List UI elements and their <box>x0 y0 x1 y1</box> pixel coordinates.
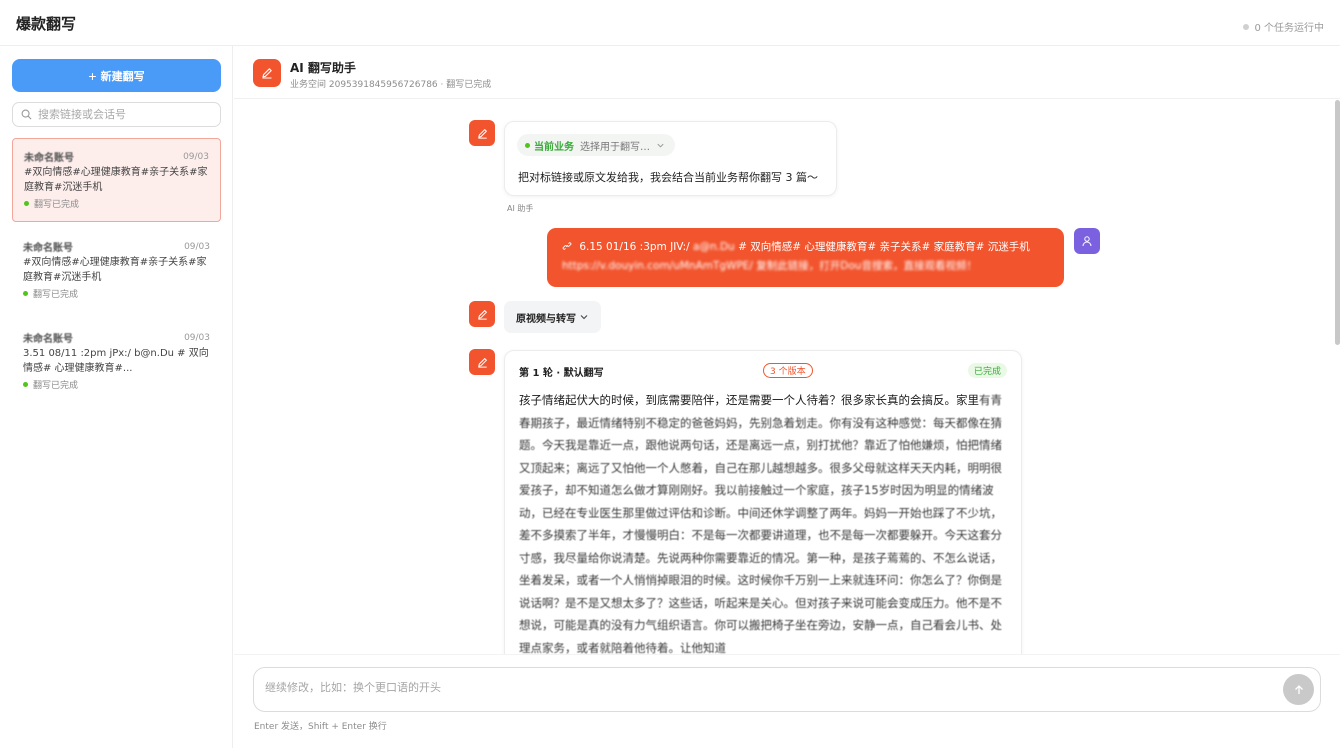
source-video-label: 原视频与转写 <box>516 313 576 325</box>
rewrite-result-card: 第 1 轮 · 默认翻写 3 个版本 已完成 孩子情绪起伏大的时候，到底需要陪伴… <box>504 350 1022 654</box>
app-title: 爆款翻写 <box>16 15 77 33</box>
composer-area: Enter 发送，Shift + Enter 换行 <box>234 654 1340 748</box>
current-business-text: 当前业务 <box>534 141 574 153</box>
pen-icon <box>469 301 495 327</box>
user-icon <box>1082 236 1092 247</box>
versions-badge[interactable]: 3 个版本 <box>763 363 813 378</box>
user-message-prefix: 6.15 01/16 :3pm JIV:/ <box>579 241 690 253</box>
conversation-name: 未命名账号 <box>23 243 73 254</box>
task-status-text: 0 个任务运行中 <box>1254 23 1324 34</box>
sidebar: + 新建翻写 未命名账号 09/03 #双向情感#心理健康教育#亲子关系#家庭教… <box>0 46 233 748</box>
scrollbar[interactable] <box>1335 100 1340 345</box>
conversation-name: 未命名账号 <box>24 153 74 164</box>
status-dot <box>23 382 28 387</box>
chat-scroll-area[interactable]: 当前业务 选择用于翻写… 把对标链接或原文发给我，我会结合当前业务帮你翻写 3 … <box>234 100 1340 654</box>
top-bar: 爆款翻写 0 个任务运行中 <box>0 0 1340 46</box>
task-status: 0 个任务运行中 <box>1243 19 1324 34</box>
conversation-status-text: 翻写已完成 <box>33 290 79 300</box>
conversation-status: 翻写已完成 <box>23 287 210 300</box>
conversation-date: 09/03 <box>184 241 210 252</box>
status-dot <box>525 142 530 148</box>
sender-label: AI 助手 <box>507 204 534 213</box>
status-dot <box>24 201 29 206</box>
chevron-down-icon <box>580 315 588 320</box>
user-message-link: https://v.douyin.com/uMnAmTgWPE/ 复制此链接，打… <box>562 260 977 272</box>
workspace-subtitle: 业务空间 2095391845956726786 · 翻写已完成 <box>290 80 492 90</box>
rewrite-body: 有青春期孩子，最近情绪特别不稳定的爸爸妈妈，先别急着划走。你有没有这种感觉：每天… <box>519 393 1002 654</box>
status-dot <box>23 291 28 296</box>
user-message-tags: # 双向情感# 心理健康教育# 亲子关系# 家庭教育# 沉迷手机 <box>738 241 1030 253</box>
user-avatar <box>1074 228 1100 254</box>
source-video-toggle[interactable]: 原视频与转写 <box>504 301 601 333</box>
conversation-item[interactable]: 未命名账号 09/03 #双向情感#心理健康教育#亲子关系#家庭教育#沉迷手机 … <box>12 229 221 313</box>
conversation-preview: 3.51 08/11 :2pm jPx:/ b@n.Du # 双向情感# 心理健… <box>23 348 209 374</box>
conversation-date: 09/03 <box>183 151 209 162</box>
message-input[interactable] <box>265 681 1245 694</box>
round-label: 第 1 轮 · 默认翻写 <box>519 368 604 379</box>
conversation-status-text: 翻写已完成 <box>33 381 79 391</box>
conversation-item[interactable]: 未命名账号 09/03 #双向情感#心理健康教育#亲子关系#家庭教育#沉迷手机 … <box>12 138 221 222</box>
conversation-status: 翻写已完成 <box>24 197 209 210</box>
link-icon <box>562 242 572 250</box>
send-button[interactable] <box>1283 674 1314 705</box>
conversation-item[interactable]: 未命名账号 09/03 3.51 08/11 :2pm jPx:/ b@n.Du… <box>12 320 221 404</box>
composer <box>253 667 1321 712</box>
conversation-preview: #双向情感#心理健康教育#亲子关系#家庭教育#沉迷手机 <box>24 167 208 193</box>
user-message-bubble: 6.15 01/16 :3pm JIV:/ a@n.Du # 双向情感# 心理健… <box>547 228 1064 287</box>
rewrite-result-text: 孩子情绪起伏大的时候，到底需要陪伴，还是需要一个人待着？很多家长真的会搞反。家里… <box>519 389 1009 654</box>
chat-header: AI 翻写助手 业务空间 2095391845956726786 · 翻写已完成 <box>234 46 1340 99</box>
composer-hint: Enter 发送，Shift + Enter 换行 <box>254 722 387 732</box>
user-message-line1: 6.15 01/16 :3pm JIV:/ a@n.Du # 双向情感# 心理健… <box>562 238 1049 257</box>
pen-icon <box>253 59 281 87</box>
user-message-handle: a@n.Du <box>693 241 735 253</box>
new-rewrite-label: 新建翻写 <box>100 70 145 83</box>
task-status-dot <box>1243 23 1250 30</box>
conversation-name: 未命名账号 <box>23 334 73 345</box>
app-root: 爆款翻写 0 个任务运行中 + 新建翻写 未命名账号 09/03 #双向情感#心… <box>0 0 1340 748</box>
status-badge: 已完成 <box>967 363 1007 378</box>
assistant-greeting-bubble: 当前业务 选择用于翻写… 把对标链接或原文发给我，我会结合当前业务帮你翻写 3 … <box>504 121 837 196</box>
new-rewrite-button[interactable]: + 新建翻写 <box>12 59 221 92</box>
pen-icon <box>469 349 495 375</box>
plus-icon: + <box>88 67 97 84</box>
chevron-down-icon <box>657 143 664 148</box>
business-selector[interactable]: 当前业务 选择用于翻写… <box>517 134 675 156</box>
search-input[interactable] <box>38 108 208 121</box>
pen-icon <box>469 120 495 146</box>
business-select-placeholder: 选择用于翻写… <box>580 141 650 153</box>
assistant-title: AI 翻写助手 <box>290 61 356 75</box>
assistant-greeting-text: 把对标链接或原文发给我，我会结合当前业务帮你翻写 3 篇～ <box>518 171 818 184</box>
rewrite-first-line: 孩子情绪起伏大的时候，到底需要陪伴，还是需要一个人待着？很多家长真的会搞反。家里 <box>519 393 979 407</box>
search-box <box>12 102 221 127</box>
conversation-status: 翻写已完成 <box>23 378 210 391</box>
arrow-up-icon <box>1294 684 1303 694</box>
search-icon <box>21 109 32 120</box>
current-business-label: 当前业务 <box>525 138 574 153</box>
conversation-date: 09/03 <box>184 332 210 343</box>
conversation-preview: #双向情感#心理健康教育#亲子关系#家庭教育#沉迷手机 <box>23 257 207 283</box>
conversation-status-text: 翻写已完成 <box>34 200 80 210</box>
